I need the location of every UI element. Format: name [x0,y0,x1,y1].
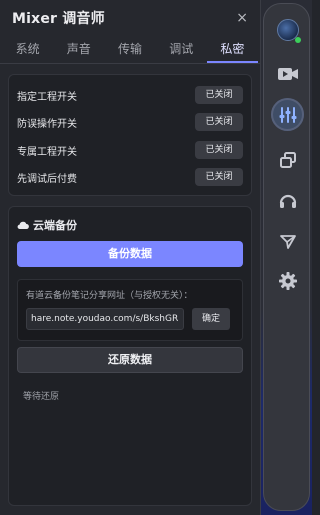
cloud-backup-card: 云端备份 备份数据 有道云备份笔记分享网址（与授权无关）： 确定 还原数据 等待… [8,206,252,506]
tab-privacy[interactable]: 私密 [206,36,259,63]
setting-label: 专属工程开关 [17,146,77,158]
cloud-icon [17,221,29,230]
online-status-dot [295,37,301,43]
settings-gear-icon[interactable] [271,264,304,297]
setting-toggle[interactable]: 已关闭 [195,141,243,159]
mixer-panel: Mixer 调音师 × 系统 声音 传输 调试 私密 指定工程开关 已关闭 防误… [0,0,261,515]
setting-row: 先调试后付费 已关闭 [17,167,243,187]
share-url-label: 有道云备份笔记分享网址（与授权无关）： [26,291,193,301]
setting-row: 防误操作开关 已关闭 [17,112,243,132]
privacy-settings-card: 指定工程开关 已关闭 防误操作开关 已关闭 专属工程开关 已关闭 先调试后付费 … [8,74,252,196]
tab-transfer[interactable]: 传输 [104,36,155,63]
cloud-backup-header: 云端备份 [17,217,77,233]
setting-toggle[interactable]: 已关闭 [195,168,243,186]
tab-debug[interactable]: 调试 [156,36,207,63]
windows-icon[interactable] [271,143,304,176]
video-icon[interactable] [271,57,304,90]
share-url-box: 有道云备份笔记分享网址（与授权无关）： 确定 [17,279,243,341]
setting-label: 指定工程开关 [17,91,77,103]
tab-bar: 系统 声音 传输 调试 私密 [0,36,260,64]
restore-data-button[interactable]: 还原数据 [17,347,243,373]
close-icon[interactable]: × [236,10,248,26]
restore-status: 等待还原 [23,392,60,402]
title-bar: Mixer 调音师 × [0,0,260,36]
headset-icon[interactable] [271,184,304,217]
send-icon[interactable] [271,225,304,258]
setting-row: 专属工程开关 已关闭 [17,140,243,160]
backup-data-button[interactable]: 备份数据 [17,241,243,267]
mixer-sliders-icon[interactable] [271,98,304,131]
setting-label: 防误操作开关 [17,118,77,130]
cloud-backup-title: 云端备份 [33,219,77,232]
app-title: Mixer 调音师 [12,11,105,27]
tab-sound[interactable]: 声音 [53,36,104,63]
setting-toggle[interactable]: 已关闭 [195,86,243,104]
confirm-button[interactable]: 确定 [192,308,230,330]
right-sidebar [263,3,310,511]
tab-system[interactable]: 系统 [2,36,53,63]
setting-toggle[interactable]: 已关闭 [195,113,243,131]
setting-label: 先调试后付费 [17,173,77,185]
setting-row: 指定工程开关 已关闭 [17,85,243,105]
share-url-input[interactable] [26,308,184,330]
